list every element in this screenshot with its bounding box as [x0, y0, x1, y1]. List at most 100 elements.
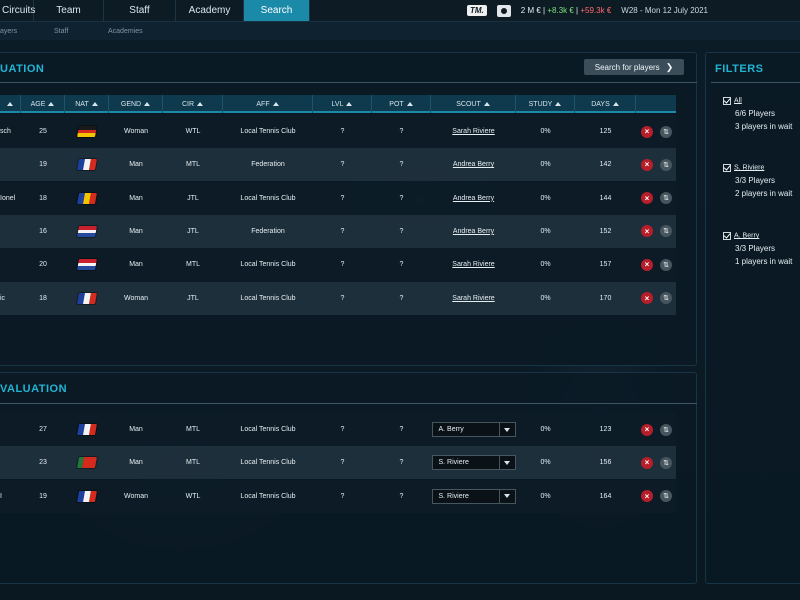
th-lvl[interactable]: LVL [313, 95, 372, 113]
table-row[interactable]: 23 Man MTL Local Tennis Club?? S. Riviere 0% 1… [0, 446, 676, 480]
table-row[interactable]: I 19 Woman WTL Local Tennis Club?? S. Riviere… [0, 479, 676, 513]
cell-text: 16 [39, 227, 47, 235]
th-label: POT [389, 100, 404, 108]
scout-dropdown-value: S. Riviere [438, 492, 469, 500]
cell-text: 19 [39, 492, 47, 500]
sort-icon [91, 102, 98, 106]
cell-age: 19 [21, 480, 65, 513]
cell-aff: Federation [223, 215, 313, 248]
th-gend[interactable]: GEND [109, 95, 163, 113]
remove-icon[interactable]: × [641, 258, 653, 271]
table-row[interactable]: Ionel 18 Man JTL Local Tennis Club?? Andrea B… [0, 181, 676, 215]
flag-fr-icon [75, 158, 99, 172]
tab-team[interactable]: Team [34, 0, 104, 21]
checkbox-checked-icon[interactable] [723, 163, 731, 172]
cell-text: ? [340, 492, 345, 500]
checkbox-checked-icon[interactable] [723, 96, 731, 105]
th-label: AFF [256, 100, 270, 108]
flag-ro-icon [75, 191, 99, 205]
cell-gend: Woman [109, 115, 163, 148]
remove-icon[interactable]: × [641, 490, 653, 503]
remove-icon[interactable]: × [641, 225, 653, 238]
scout-link[interactable]: Andrea Berry [453, 228, 494, 235]
cell-aff: Local Tennis Club [223, 248, 313, 281]
th-days[interactable]: DAYS [575, 95, 636, 113]
swap-icon[interactable]: ⇅ [660, 456, 672, 469]
swap-cell: ⇅ [659, 413, 673, 446]
scout-link[interactable]: Sarah Riviere [452, 261, 494, 268]
checkbox-checked-icon[interactable] [723, 231, 731, 240]
th-cir[interactable]: CIR [163, 95, 223, 113]
cell-text: ? [399, 161, 404, 169]
remove-icon[interactable]: × [641, 423, 653, 436]
search-for-players-button[interactable]: Search for players ❯ [584, 59, 684, 75]
th-pot[interactable]: POT [372, 95, 431, 113]
remove-icon[interactable]: × [641, 292, 653, 304]
cell-lvl: ? [313, 446, 372, 479]
chevron-down-icon [498, 423, 515, 436]
subnav-academies[interactable]: Academies [108, 28, 143, 35]
th-age[interactable]: AGE [21, 95, 65, 113]
table-row[interactable]: sch 25 Woman WTL Local Tennis Club?? Sarah Ri… [0, 115, 676, 148]
scout-link[interactable]: Andrea Berry [453, 161, 494, 168]
cell-nat [65, 215, 109, 248]
th-aff[interactable]: AFF [223, 95, 313, 113]
table-row[interactable]: 16 Man JTL Federation?? Andrea Berry 0% 152 × ⇅ [0, 214, 676, 248]
subnav-staff[interactable]: Staff [54, 28, 68, 35]
cell-cir: MTL [163, 413, 223, 446]
swap-icon[interactable]: ⇅ [660, 292, 672, 304]
cell-gend: Man [109, 182, 163, 215]
flag-fr-icon [75, 489, 99, 503]
swap-icon[interactable]: ⇅ [660, 158, 672, 171]
tab-search[interactable]: Search [244, 0, 310, 21]
sort-icon [555, 102, 562, 106]
table-row[interactable]: 19 Man MTL Federation?? Andrea Berry 0% 142 × ⇅ [0, 148, 676, 182]
scout-dropdown[interactable]: S. Riviere [431, 455, 516, 471]
cell-nat [65, 480, 109, 513]
table-row[interactable]: 27 Man MTL Local Tennis Club?? A. Berry 0% 123… [0, 413, 676, 446]
sort-icon [48, 102, 55, 106]
tab-staff[interactable]: Staff [104, 0, 176, 21]
chevron-down-icon [498, 489, 515, 503]
cell-lvl: ? [313, 215, 372, 248]
status-bar: TM. 2 M € | +8.3k € | +59.3k € W28 - Mon… [467, 0, 800, 21]
th-scout[interactable]: SCOUT [431, 95, 516, 113]
remove-icon[interactable]: × [641, 192, 653, 205]
cell-cir: MTL [163, 148, 223, 181]
table-row[interactable]: 20 Man MTL Local Tennis Club?? Sarah Riviere… [0, 248, 676, 282]
filter-label[interactable]: All [734, 97, 742, 104]
swap-icon[interactable]: ⇅ [660, 125, 672, 138]
remove-icon[interactable]: × [641, 456, 653, 469]
cell-name: Ionel [0, 182, 21, 215]
remove-icon[interactable]: × [641, 125, 653, 138]
scout-dropdown[interactable]: A. Berry [431, 422, 516, 437]
swap-icon[interactable]: ⇅ [660, 490, 672, 503]
cell-lvl: ? [313, 148, 372, 181]
th-nat[interactable]: NAT [65, 95, 109, 113]
cell-text: Federation [251, 227, 285, 235]
th-name[interactable] [0, 95, 21, 113]
filter-label[interactable]: A. Berry [734, 232, 759, 239]
scout-link[interactable]: Sarah Riviere [452, 295, 494, 302]
chevron-right-icon: ❯ [665, 61, 674, 72]
flag-fr-icon [75, 423, 99, 436]
tab-academy[interactable]: Academy [176, 0, 244, 21]
th-study[interactable]: STUDY [516, 95, 575, 113]
subnav-players[interactable]: ayers [0, 28, 17, 35]
filter-label[interactable]: S. Riviere [734, 164, 764, 171]
scout-dropdown-value: S. Riviere [438, 459, 469, 467]
swap-icon[interactable]: ⇅ [660, 192, 672, 205]
tab-circuits[interactable]: Circuits [0, 0, 35, 21]
scout-link[interactable]: Andrea Berry [453, 195, 494, 202]
swap-icon[interactable]: ⇅ [660, 225, 672, 238]
money-expense: +59.3k € [580, 6, 612, 15]
swap-icon[interactable]: ⇅ [660, 258, 672, 271]
cell-pot: ? [372, 446, 431, 479]
scout-dropdown[interactable]: S. Riviere [431, 488, 516, 504]
table-row[interactable]: ic 18 Woman JTL Local Tennis Club?? Sarah Riv… [0, 281, 676, 315]
remove-icon[interactable]: × [641, 158, 653, 171]
swap-icon[interactable]: ⇅ [660, 423, 672, 436]
scout-link[interactable]: Sarah Riviere [452, 128, 494, 135]
cell-pot: ? [372, 413, 431, 446]
cell-days: 157 [575, 248, 636, 281]
